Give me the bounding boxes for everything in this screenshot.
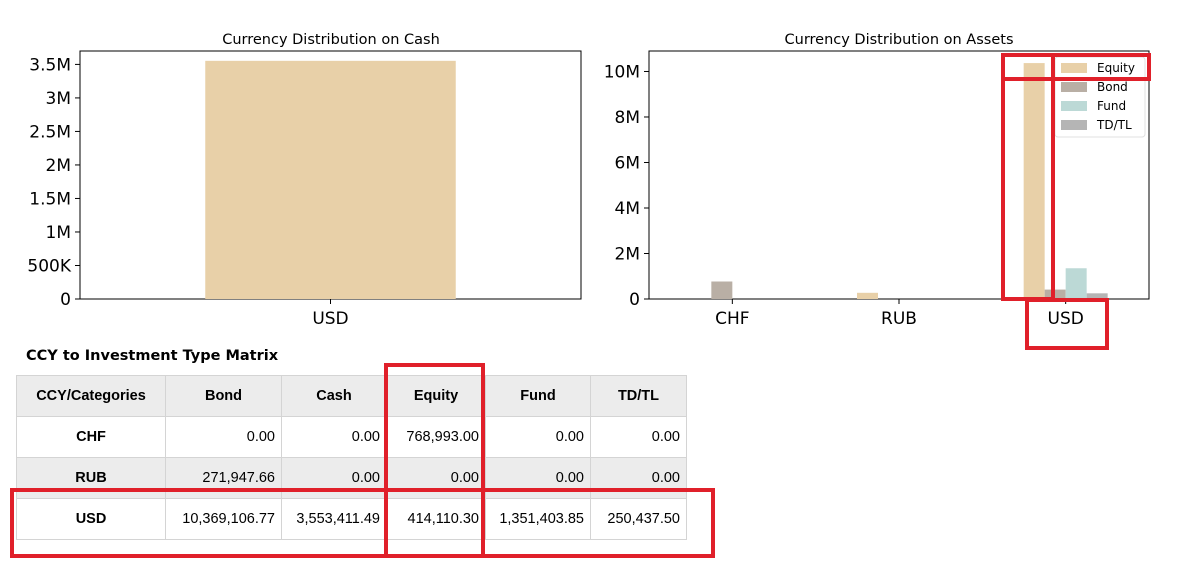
matrix-header-ccy: CCY/Categories (16, 375, 166, 417)
table-cell: 0.00 (590, 457, 687, 499)
ccy-investment-matrix: CCY/Categories Bond Cash Equity Fund TD/… (16, 375, 687, 540)
matrix-header-equity: Equity (386, 375, 486, 417)
legend-swatch (1061, 101, 1087, 111)
bar-fund (1065, 268, 1087, 299)
y-tick-label: 6M (615, 153, 640, 173)
y-tick-label: 3.5M (29, 55, 71, 75)
charts-area: Currency Distribution on Cash 0 500K 1M 1.5… (27, 32, 1150, 329)
x-tick-label: USD (312, 309, 348, 329)
y-tick-label: 1.5M (29, 189, 71, 209)
bar-bond (1044, 289, 1066, 299)
table-cell: 0.00 (485, 416, 591, 458)
y-tick-label: 500K (27, 256, 71, 276)
y-tick-label: 3M (46, 89, 71, 109)
matrix-header-cash: Cash (281, 375, 387, 417)
assets-chart: Currency Distribution on Assets 0 2M 4M 6M 8… (604, 32, 1150, 329)
y-tick-label: 2M (615, 244, 640, 264)
legend-swatch (1061, 63, 1087, 73)
legend-label: Fund (1097, 99, 1126, 113)
bar-equity (1023, 63, 1045, 299)
y-tick-label: 1M (46, 223, 71, 243)
bar-bond (711, 281, 733, 299)
y-tick-label: 0 (60, 290, 71, 310)
y-tick-label: 2M (46, 156, 71, 176)
table-row: USD 10,369,106.77 3,553,411.49 414,110.3… (16, 498, 687, 540)
matrix-title: CCY to Investment Type Matrix (26, 348, 279, 364)
cash-chart-title: Currency Distribution on Cash (222, 32, 440, 48)
bar-tdtl (1086, 293, 1108, 299)
table-cell: 0.00 (281, 416, 387, 458)
table-row: CHF 0.00 0.00 768,993.00 0.00 0.00 (16, 416, 687, 458)
y-tick-label: 2.5M (29, 122, 71, 142)
assets-chart-title: Currency Distribution on Assets (785, 32, 1014, 48)
cash-bar (205, 60, 456, 299)
cash-chart: Currency Distribution on Cash 0 500K 1M 1.5… (27, 32, 582, 329)
y-tick-label: 8M (615, 108, 640, 128)
table-cell: 0.00 (165, 416, 282, 458)
table-cell: 0.00 (386, 457, 486, 499)
legend-label: Bond (1097, 80, 1128, 94)
matrix-header-bond: Bond (165, 375, 282, 417)
y-tick-label: 0 (629, 290, 640, 310)
matrix-header-fund: Fund (485, 375, 591, 417)
table-cell: 271,947.66 (165, 457, 282, 499)
table-cell: 414,110.30 (386, 498, 486, 540)
table-cell: 1,351,403.85 (485, 498, 591, 540)
matrix-header-tdtl: TD/TL (590, 375, 687, 417)
table-cell: 0.00 (590, 416, 687, 458)
table-row: RUB 271,947.66 0.00 0.00 0.00 0.00 (16, 457, 687, 499)
table-cell: 250,437.50 (590, 498, 687, 540)
x-tick-label: CHF (715, 309, 749, 329)
x-tick-label: USD (1048, 309, 1084, 329)
legend-swatch (1061, 82, 1087, 92)
table-cell: 768,993.00 (386, 416, 486, 458)
table-cell: 0.00 (485, 457, 591, 499)
row-ccy: USD (16, 498, 166, 540)
table-cell: 0.00 (281, 457, 387, 499)
row-ccy: CHF (16, 416, 166, 458)
legend-label: Equity (1097, 61, 1135, 75)
row-ccy: RUB (16, 457, 166, 499)
table-cell: 3,553,411.49 (281, 498, 387, 540)
table-cell: 10,369,106.77 (165, 498, 282, 540)
assets-chart-legend: Equity Bond Fund TD/TL (1054, 56, 1146, 138)
x-tick-label: RUB (881, 309, 917, 329)
matrix-header-row: CCY/Categories Bond Cash Equity Fund TD/… (16, 375, 687, 417)
legend-swatch (1061, 120, 1087, 130)
legend-label: TD/TL (1096, 118, 1132, 132)
y-tick-label: 10M (604, 62, 640, 82)
y-tick-label: 4M (615, 199, 640, 219)
bar-equity (857, 292, 878, 299)
